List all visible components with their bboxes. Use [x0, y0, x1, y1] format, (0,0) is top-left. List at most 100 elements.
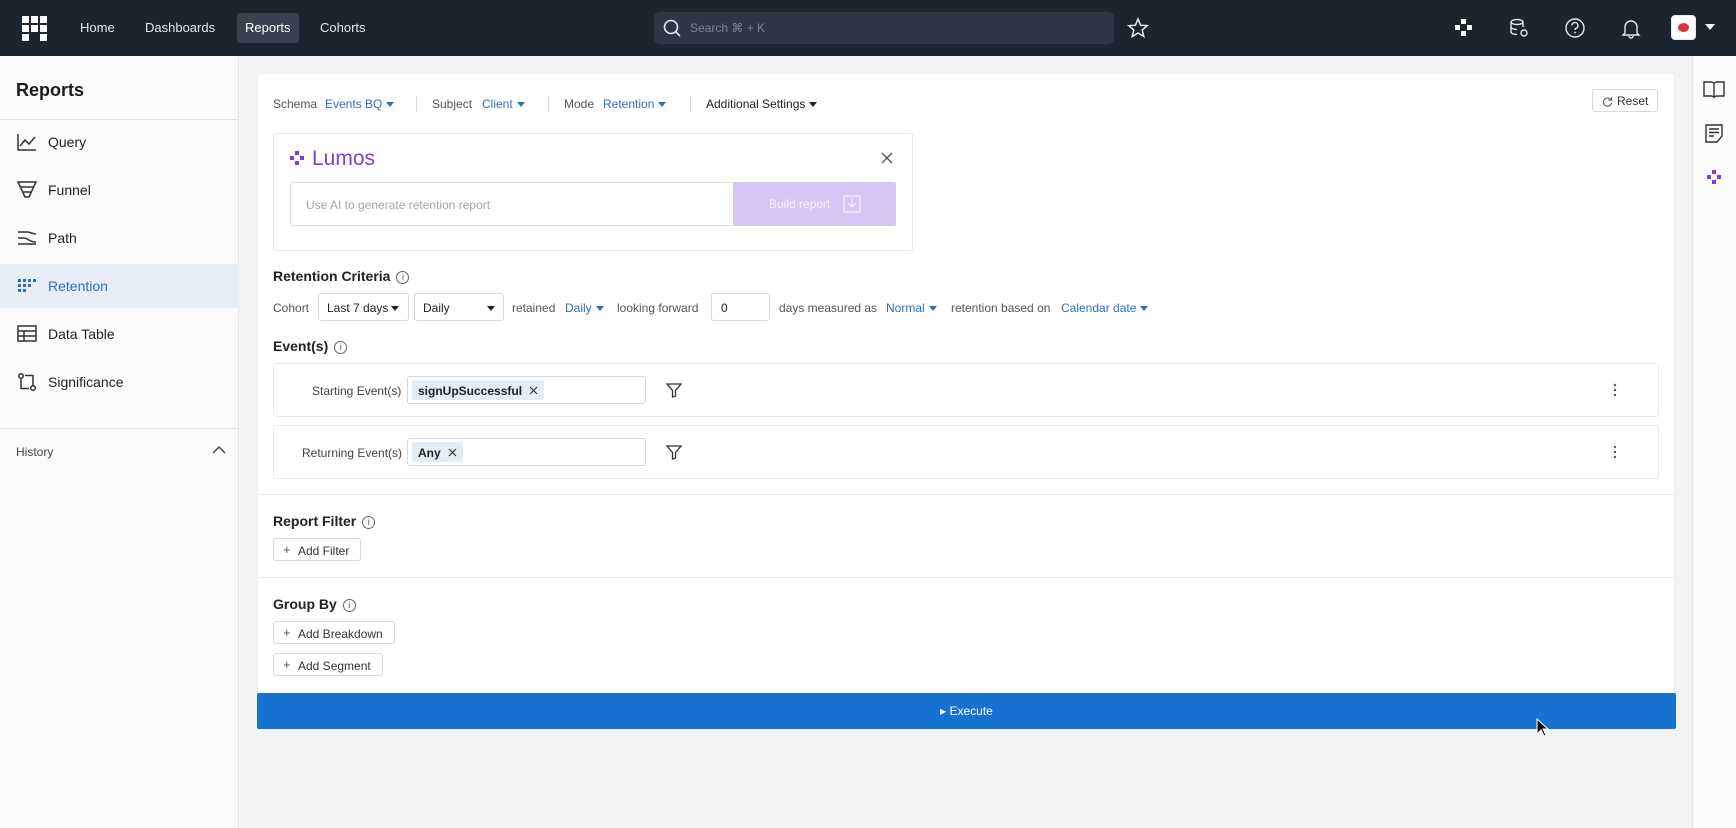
caret-down-icon	[487, 306, 495, 311]
more-options-icon[interactable]	[1613, 383, 1617, 397]
cohort-interval-select[interactable]: Daily	[414, 293, 504, 321]
cohort-range-select[interactable]: Last 7 days	[318, 293, 409, 321]
event-chip-label: Any	[418, 446, 441, 460]
sidebar-item-label: Query	[48, 134, 87, 150]
schema-select[interactable]: Events BQ	[325, 97, 395, 111]
table-icon	[17, 325, 37, 342]
schema-value: Events BQ	[325, 97, 383, 111]
sidebar-item-data-table[interactable]: Data Table	[0, 312, 239, 356]
add-filter-label: Add Filter	[298, 544, 350, 558]
sidebar-item-significance[interactable]: Significance	[0, 360, 239, 404]
caret-down-icon	[1140, 306, 1149, 312]
mode-select[interactable]: Retention	[603, 97, 667, 111]
retention-grid-icon	[18, 279, 36, 292]
significance-icon	[17, 373, 37, 391]
add-segment-label: Add Segment	[298, 659, 371, 673]
line-chart-icon	[17, 134, 36, 151]
sidebar-item-label: Significance	[48, 374, 124, 390]
looking-forward-label: looking forward	[617, 301, 699, 315]
caret-down-icon	[391, 306, 399, 311]
path-icon	[18, 231, 37, 245]
close-icon[interactable]	[881, 152, 893, 164]
sidebar-item-path[interactable]: Path	[0, 216, 239, 260]
lumos-icon[interactable]	[1453, 18, 1473, 38]
filter-icon[interactable]	[666, 383, 682, 398]
sidebar-item-query[interactable]: Query	[0, 120, 239, 164]
additional-settings-dropdown[interactable]: Additional Settings	[706, 97, 818, 111]
sidebar-item-label: Path	[48, 230, 77, 246]
retention-criteria-title: Retention Criteria i	[273, 268, 410, 284]
returning-events-row: Returning Event(s) Any	[273, 425, 1659, 479]
returning-events-input[interactable]: Any	[407, 438, 646, 466]
based-on-select[interactable]: Calendar date	[1061, 301, 1149, 315]
build-report-button[interactable]: Build report	[733, 182, 896, 226]
nav-home[interactable]: Home	[72, 13, 123, 43]
history-label: History	[16, 445, 54, 459]
chevron-down-icon[interactable]	[1705, 24, 1715, 30]
sidebar-item-retention[interactable]: Retention	[0, 264, 239, 308]
plus-icon: +	[283, 625, 291, 640]
retention-criteria-label: Retention Criteria	[273, 268, 391, 284]
add-segment-button[interactable]: + Add Segment	[273, 653, 383, 676]
info-icon[interactable]: i	[362, 515, 376, 529]
cohort-interval-value: Daily	[423, 301, 450, 315]
returning-events-label: Returning Event(s)	[302, 446, 403, 460]
caret-down-icon	[809, 102, 818, 108]
chevron-up-icon[interactable]	[212, 445, 226, 455]
book-icon[interactable]	[1703, 80, 1725, 99]
nav-dashboards[interactable]: Dashboards	[137, 13, 223, 43]
notes-icon[interactable]	[1705, 124, 1723, 143]
remove-chip-icon[interactable]	[529, 386, 538, 395]
subject-select[interactable]: Client	[482, 97, 525, 111]
caret-down-icon	[595, 306, 604, 312]
info-icon[interactable]: i	[396, 270, 410, 284]
info-icon[interactable]: i	[334, 340, 348, 354]
retention-based-label: retention based on	[951, 301, 1051, 315]
reset-button[interactable]: Reset	[1592, 89, 1658, 112]
additional-settings-label: Additional Settings	[706, 97, 806, 111]
avatar[interactable]	[1671, 15, 1696, 40]
report-filter-label: Report Filter	[273, 513, 357, 529]
retained-label: retained	[512, 301, 556, 315]
sidebar-item-funnel[interactable]: Funnel	[0, 168, 239, 212]
database-settings-icon[interactable]	[1508, 17, 1530, 39]
build-report-label: Build report	[769, 197, 831, 211]
based-on-value: Calendar date	[1061, 301, 1137, 315]
nav-cohorts[interactable]: Cohorts	[312, 13, 374, 43]
star-icon[interactable]	[1127, 17, 1149, 39]
measure-value: Normal	[886, 301, 925, 315]
events-title: Event(s) i	[273, 338, 348, 354]
retained-interval-select[interactable]: Daily	[565, 301, 604, 315]
divider	[548, 96, 549, 112]
search-icon	[663, 19, 681, 37]
search-input[interactable]: Search ⌘ + K	[654, 12, 1114, 44]
nav-reports[interactable]: Reports	[237, 13, 299, 43]
cohort-range-value: Last 7 days	[327, 301, 389, 315]
report-filter-title: Report Filter i	[273, 513, 376, 529]
funnel-icon	[17, 181, 37, 198]
reset-label: Reset	[1617, 94, 1649, 108]
add-breakdown-button[interactable]: + Add Breakdown	[273, 621, 395, 644]
app-logo-icon[interactable]	[22, 16, 48, 42]
filter-icon[interactable]	[666, 445, 682, 460]
group-by-label: Group By	[273, 596, 337, 612]
starting-events-label: Starting Event(s)	[312, 384, 402, 398]
forward-days-input[interactable]: 0	[711, 293, 770, 321]
subject-value: Client	[482, 97, 513, 111]
caret-down-icon	[928, 306, 937, 312]
add-filter-button[interactable]: + Add Filter	[273, 538, 361, 561]
info-icon[interactable]: i	[342, 598, 356, 612]
more-options-icon[interactable]	[1613, 445, 1617, 459]
caret-down-icon	[386, 102, 395, 108]
execute-button[interactable]: ▸ Execute	[257, 693, 1676, 729]
help-icon[interactable]	[1564, 17, 1586, 39]
refresh-icon	[1602, 96, 1613, 107]
starting-events-input[interactable]: signUpSuccessful	[407, 376, 646, 404]
bell-icon[interactable]	[1620, 17, 1642, 39]
lumos-prompt-input[interactable]: Use AI to generate retention report	[290, 182, 734, 226]
remove-chip-icon[interactable]	[448, 448, 457, 457]
events-label: Event(s)	[273, 338, 329, 354]
lumos-icon[interactable]	[1706, 169, 1722, 185]
measure-select[interactable]: Normal	[886, 301, 937, 315]
divider	[0, 428, 239, 429]
